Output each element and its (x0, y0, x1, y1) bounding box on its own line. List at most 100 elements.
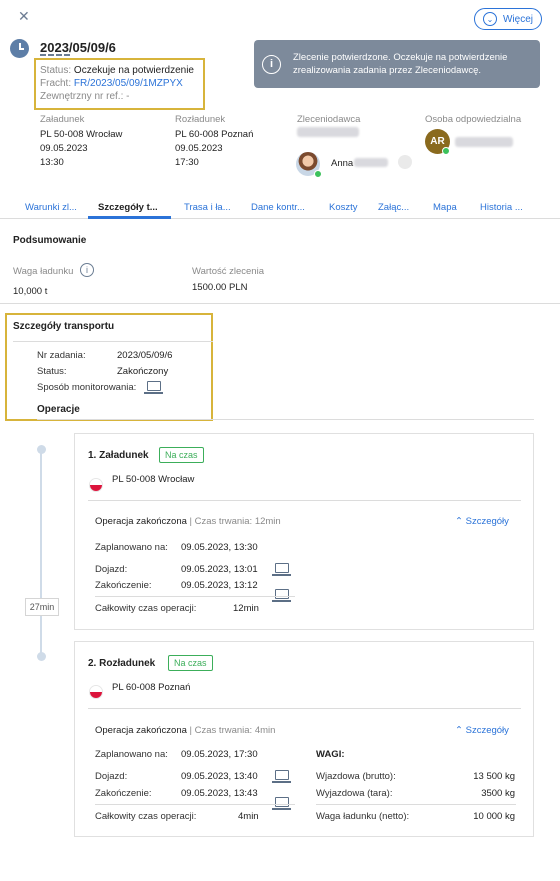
fracht-row: Fracht: FR/2023/05/09/1MZPYX (40, 77, 183, 90)
tab-route[interactable]: Trasa i ła... (184, 202, 231, 213)
external-ref-row: Zewnętrzny nr ref.: - (40, 90, 129, 103)
divider (95, 596, 295, 597)
monitoring-label: Sposób monitorowania: (37, 382, 137, 393)
tab-map[interactable]: Mapa (433, 202, 457, 213)
unloading-time: 17:30 (175, 157, 199, 168)
separator: | (189, 516, 192, 527)
more-button[interactable]: ⌄ Więcej (474, 8, 542, 30)
unloading-date: 09.05.2023 (175, 143, 223, 154)
chevron-down-icon: ⌄ (482, 12, 497, 26)
timeline-dot-end (37, 652, 46, 661)
separator: | (189, 725, 192, 736)
active-tab-indicator (88, 216, 171, 219)
info-banner: i Zlecenie potwierdzone. Oczekuje na pot… (254, 40, 540, 88)
timeline-duration: 27min (25, 598, 59, 616)
transport-title: Szczegóły transportu (13, 321, 115, 332)
info-icon[interactable]: i (80, 263, 94, 277)
fracht-label: Fracht: (40, 78, 72, 89)
laptop-icon (272, 589, 291, 602)
chevron-up-icon: ⌃ (455, 516, 463, 527)
laptop-icon (272, 797, 291, 810)
details-toggle[interactable]: ⌃ Szczegóły (455, 516, 509, 527)
planned-value: 09.05.2023, 17:30 (181, 749, 258, 760)
end-label: Zakończenie: (95, 580, 152, 591)
total-time-value: 12min (233, 603, 259, 614)
divider (37, 419, 534, 420)
poland-flag-icon (89, 478, 103, 492)
arrival-label: Dojazd: (95, 564, 128, 575)
tab-attachments[interactable]: Załąc... (378, 202, 409, 213)
divider (316, 804, 516, 805)
fracht-link[interactable]: FR/2023/05/09/1MZPYX (74, 78, 183, 89)
tab-order-terms[interactable]: Warunki zl... (25, 202, 77, 213)
operation-address: PL 50-008 Wrocław (112, 474, 195, 485)
end-value: 09.05.2023, 13:43 (181, 788, 258, 799)
weights-title: WAGI: (316, 749, 345, 760)
end-value: 09.05.2023, 13:12 (181, 580, 258, 591)
chevron-up-icon: ⌃ (455, 725, 463, 736)
tab-contractor-data[interactable]: Dane kontr... (251, 202, 305, 213)
gross-weight-value: 13 500 kg (473, 771, 515, 782)
close-icon[interactable]: ✕ (18, 8, 30, 25)
laptop-icon (272, 770, 291, 783)
clock-icon (10, 39, 29, 58)
net-weight-value: 10 000 kg (473, 811, 515, 822)
operation-duration: Czas trwania: 4min (194, 725, 276, 736)
operation-title: 2. Rozładunek (88, 658, 156, 669)
arrival-value: 09.05.2023, 13:01 (181, 564, 258, 575)
responsible-online-dot (442, 147, 450, 155)
loading-time: 13:30 (40, 157, 64, 168)
operation-title: 1. Załadunek (88, 450, 149, 461)
client-name-blurred (297, 127, 359, 137)
details-toggle[interactable]: ⌃ Szczegóły (455, 725, 509, 736)
total-time-value: 4min (238, 811, 259, 822)
order-value: 1500.00 PLN (192, 282, 248, 293)
operation-state: Operacja zakończona (95, 516, 187, 527)
tab-history[interactable]: Historia ... (480, 202, 523, 213)
planned-label: Zaplanowano na: (95, 749, 168, 760)
task-no-value: 2023/05/09/6 (117, 350, 173, 361)
timeline-line (40, 449, 42, 656)
planned-label: Zaplanowano na: (95, 542, 168, 553)
divider (0, 303, 560, 304)
external-ref-label: Zewnętrzny nr ref.: (40, 91, 124, 102)
details-label: Szczegóły (465, 725, 509, 736)
operation-card-loading: 1. Załadunek Na czas PL 50-008 Wrocław O… (74, 433, 534, 630)
poland-flag-icon (89, 685, 103, 699)
external-ref-value: - (126, 91, 130, 102)
divider (88, 708, 521, 709)
operation-duration: Czas trwania: 12min (194, 516, 281, 527)
net-weight-label: Waga ładunku (netto): (316, 811, 410, 822)
end-label: Zakończenie: (95, 788, 152, 799)
status-dashes (40, 54, 70, 56)
client-header: Zleceniodawca (297, 114, 361, 125)
summary-title: Podsumowanie (13, 235, 87, 246)
online-status-dot (314, 170, 322, 178)
laptop-icon (272, 563, 291, 576)
status-label: Status: (40, 65, 72, 76)
tab-bar: Warunki zl... Szczegóły t... Trasa i ła.… (0, 197, 560, 219)
contact-action-icon[interactable] (398, 155, 412, 169)
client-contact-name: Anna (331, 158, 354, 169)
unloading-header: Rozładunek (175, 114, 226, 125)
tare-weight-label: Wyjazdowa (tara): (316, 788, 393, 799)
unloading-address: PL 60-008 Poznań (175, 129, 254, 140)
laptop-icon (144, 381, 163, 394)
gross-weight-label: Wjazdowa (brutto): (316, 771, 396, 782)
operation-state-row: Operacja zakończona | Czas trwania: 4min (95, 725, 275, 736)
details-label: Szczegóły (465, 516, 509, 527)
on-time-badge: Na czas (159, 447, 204, 463)
divider (13, 341, 213, 342)
loading-header: Załadunek (40, 114, 85, 125)
transport-status-value: Zakończony (117, 366, 169, 377)
task-no-label: Nr zadania: (37, 350, 86, 361)
loading-address: PL 50-008 Wrocław (40, 129, 123, 140)
status-row: Status: Oczekuje na potwierdzenie (40, 64, 194, 77)
operations-title: Operacje (37, 404, 80, 415)
more-button-label: Więcej (502, 13, 533, 25)
loading-date: 09.05.2023 (40, 143, 88, 154)
tab-costs[interactable]: Koszty (329, 202, 358, 213)
total-time-label: Całkowity czas operacji: (95, 811, 197, 822)
tab-transport-details[interactable]: Szczegóły t... (98, 202, 158, 213)
tare-weight-value: 3500 kg (481, 788, 515, 799)
